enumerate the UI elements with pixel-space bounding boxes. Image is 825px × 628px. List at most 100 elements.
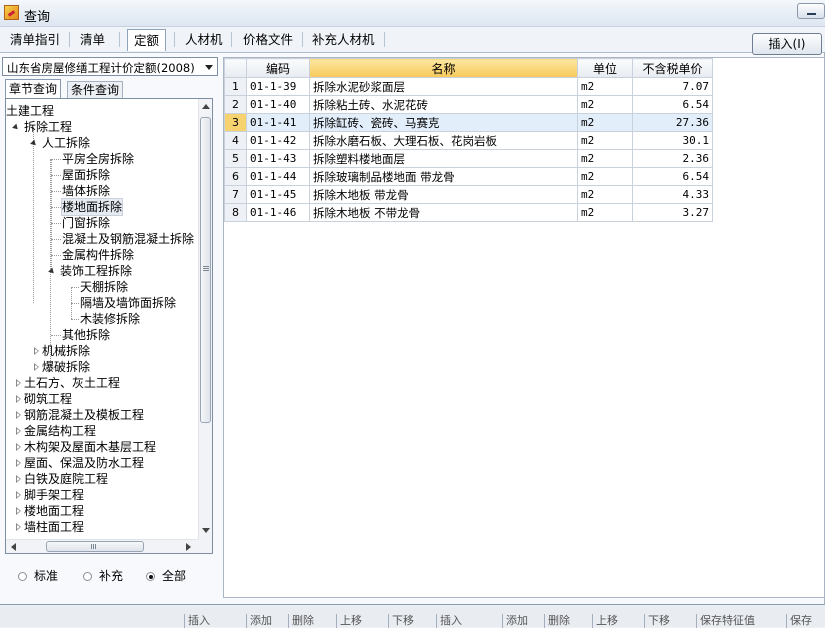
tab-supplement-lmm[interactable]: 补充人材机: [306, 29, 381, 51]
name-cell: 拆除玻璃制品楼地面 带龙骨: [309, 167, 578, 186]
table-row[interactable]: 3 01-1-41 拆除缸砖、瓷砖、马赛克 m2 27.36: [224, 113, 713, 132]
tree-horizontal-scrollbar[interactable]: [6, 539, 198, 553]
price-cell: 2.36: [632, 149, 713, 168]
radio-off-icon: [83, 572, 92, 581]
tree-node[interactable]: 砌筑工程: [24, 391, 72, 407]
tree-node[interactable]: 屋面拆除: [62, 167, 110, 183]
collapsed-arrow-icon[interactable]: [16, 411, 21, 419]
tree-node[interactable]: 木装修拆除: [80, 311, 140, 327]
tree-node[interactable]: 钢筋混凝土及模板工程: [24, 407, 144, 423]
collapsed-arrow-icon[interactable]: [34, 363, 39, 371]
scroll-thumb[interactable]: [200, 117, 211, 423]
row-number-cell: 5: [224, 149, 247, 168]
code-cell: 01-1-40: [246, 95, 310, 114]
tab-quota[interactable]: 定额: [127, 29, 167, 51]
tree-node[interactable]: 装饰工程拆除: [60, 263, 132, 279]
scroll-left-arrow-icon[interactable]: [11, 543, 16, 551]
quota-table: 编码 名称 单位 不含税单价 1 01-1-39 拆除水泥砂浆面层 m2 7.07 2 01…: [224, 58, 713, 222]
collapsed-arrow-icon[interactable]: [34, 347, 39, 355]
tree-node[interactable]: 楼地面工程: [24, 503, 84, 519]
tree-node[interactable]: 拆除工程: [24, 119, 72, 135]
header-price[interactable]: 不含税单价: [632, 58, 713, 78]
tab-labor-material-machine[interactable]: 人材机: [179, 29, 229, 51]
tree-node[interactable]: 混凝土及钢筋混凝土拆除: [62, 231, 194, 247]
tree-node[interactable]: 木构架及屋面木基层工程: [24, 439, 156, 455]
unit-cell: m2: [577, 203, 633, 222]
background-toolbar-button: 添加: [506, 614, 528, 627]
tree-node[interactable]: 屋面、保温及防水工程: [24, 455, 144, 471]
minimize-button[interactable]: [797, 3, 825, 19]
table-row[interactable]: 4 01-1-42 拆除水磨石板、大理石板、花岗岩板 m2 30.1: [224, 131, 713, 150]
subtab-chapter-query[interactable]: 章节查询: [5, 79, 62, 98]
table-row[interactable]: 2 01-1-40 拆除粘土砖、水泥花砖 m2 6.54: [224, 95, 713, 114]
name-cell: 拆除粘土砖、水泥花砖: [309, 95, 578, 114]
scroll-down-arrow-icon[interactable]: [202, 528, 210, 533]
table-row[interactable]: 7 01-1-45 拆除木地板 带龙骨 m2 4.33: [224, 185, 713, 204]
collapsed-arrow-icon[interactable]: [16, 443, 21, 451]
tree-vertical-scrollbar[interactable]: [198, 99, 212, 539]
tree-node[interactable]: 脚手架工程: [24, 487, 84, 503]
tab-bill[interactable]: 清单: [74, 29, 111, 51]
scroll-right-arrow-icon[interactable]: [186, 543, 191, 551]
scroll-up-arrow-icon[interactable]: [202, 104, 210, 109]
tree-node[interactable]: 墙柱面工程: [24, 519, 84, 535]
expanded-arrow-icon[interactable]: [30, 139, 38, 148]
tree-node[interactable]: 隔墙及墙饰面拆除: [80, 295, 176, 311]
tab-price-file[interactable]: 价格文件: [237, 29, 299, 51]
table-row[interactable]: 5 01-1-43 拆除塑料楼地面层 m2 2.36: [224, 149, 713, 168]
row-number-cell: 4: [224, 131, 247, 150]
tree-node[interactable]: 其他拆除: [62, 327, 110, 343]
tree-node[interactable]: 平房全房拆除: [62, 151, 134, 167]
insert-button[interactable]: 插入(I): [752, 33, 822, 55]
tree-node[interactable]: 金属构件拆除: [62, 247, 134, 263]
name-cell: 拆除水泥砂浆面层: [309, 77, 578, 96]
tree-node[interactable]: 人工拆除: [42, 135, 90, 151]
radio-all[interactable]: 全部: [146, 567, 186, 585]
collapsed-arrow-icon[interactable]: [16, 475, 21, 483]
unit-cell: m2: [577, 185, 633, 204]
tree-node[interactable]: 爆破拆除: [42, 359, 90, 375]
tree-node[interactable]: 墙体拆除: [62, 183, 110, 199]
tab-bill-guide[interactable]: 清单指引: [4, 29, 66, 51]
chevron-down-icon: [205, 65, 213, 70]
row-number-cell: 3: [224, 113, 247, 132]
header-unit[interactable]: 单位: [577, 58, 633, 78]
collapsed-arrow-icon[interactable]: [16, 427, 21, 435]
tree-node[interactable]: 天棚拆除: [80, 279, 128, 295]
table-row[interactable]: 8 01-1-46 拆除木地板 不带龙骨 m2 3.27: [224, 203, 713, 222]
main-tab-bar: 清单指引 清单 定额 人材机 价格文件 补充人材机: [0, 27, 825, 53]
background-toolbar-button: 添加: [250, 614, 272, 627]
collapsed-arrow-icon[interactable]: [16, 395, 21, 403]
tree-node[interactable]: 土建工程: [6, 103, 54, 119]
tree-node[interactable]: 金属结构工程: [24, 423, 96, 439]
collapsed-arrow-icon[interactable]: [16, 491, 21, 499]
quota-library-select[interactable]: 山东省房屋修缮工程计价定额(2008): [2, 57, 218, 76]
header-name[interactable]: 名称: [309, 58, 578, 78]
radio-standard[interactable]: 标准: [18, 567, 58, 585]
background-toolbar-button: 保存特征值: [700, 614, 755, 627]
tree-node[interactable]: 白铁及庭院工程: [24, 471, 108, 487]
table-row[interactable]: 1 01-1-39 拆除水泥砂浆面层 m2 7.07: [224, 77, 713, 96]
table-row[interactable]: 6 01-1-44 拆除玻璃制品楼地面 带龙骨 m2 6.54: [224, 167, 713, 186]
unit-cell: m2: [577, 113, 633, 132]
collapsed-arrow-icon[interactable]: [16, 379, 21, 387]
radio-supplement[interactable]: 补充: [83, 567, 123, 585]
code-cell: 01-1-43: [246, 149, 310, 168]
collapsed-arrow-icon[interactable]: [16, 459, 21, 467]
tree-node[interactable]: 机械拆除: [42, 343, 90, 359]
collapsed-arrow-icon[interactable]: [16, 523, 21, 531]
query-window: 查询 清单指引 清单 定额 人材机 价格文件 补充人材机 插入(I) 山东省房屋…: [0, 0, 825, 605]
tree-guide-line: [33, 127, 34, 303]
tree-node[interactable]: 楼地面拆除: [60, 198, 124, 216]
hscroll-thumb[interactable]: [46, 541, 144, 552]
code-cell: 01-1-45: [246, 185, 310, 204]
subtab-condition-query[interactable]: 条件查询: [67, 81, 124, 98]
tree-node[interactable]: 门窗拆除: [62, 215, 110, 231]
header-code[interactable]: 编码: [246, 58, 310, 78]
expanded-arrow-icon[interactable]: [12, 123, 20, 132]
app-icon: [4, 5, 19, 20]
collapsed-arrow-icon[interactable]: [16, 507, 21, 515]
code-cell: 01-1-42: [246, 131, 310, 150]
tree-node[interactable]: 土石方、灰土工程: [24, 375, 120, 391]
background-toolbar-button: 下移: [648, 614, 670, 627]
